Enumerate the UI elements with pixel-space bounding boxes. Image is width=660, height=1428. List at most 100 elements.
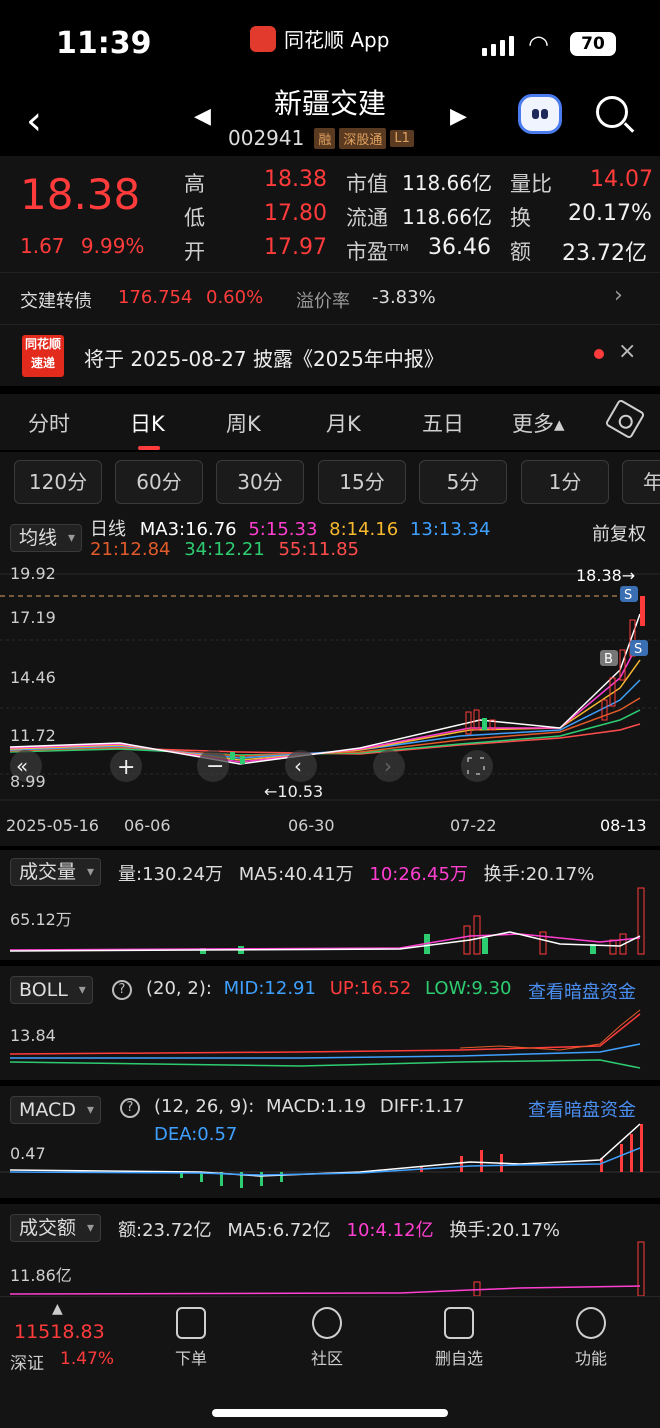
tab-monthly-k[interactable]: 月K — [326, 408, 361, 438]
boll-selector[interactable]: BOLL — [10, 976, 93, 1004]
news-badge-icon: 同花顺 速递 — [22, 335, 64, 377]
boll-mid: MID:12.91 — [223, 978, 316, 999]
ma8-label: 8:14.16 — [329, 519, 399, 540]
low-label: 低 — [184, 206, 205, 230]
amount-panel: 成交额 额:23.72亿 MA5:6.72亿 10:4.12亿 换手:20.17… — [0, 1204, 660, 1296]
index-up-icon: ▲ — [52, 1301, 63, 1317]
amount-label: 额 — [510, 240, 531, 264]
nav-functions[interactable]: 功能 — [546, 1307, 636, 1369]
macd-value: MACD:1.19 — [266, 1096, 367, 1117]
y-label-4: 11.72 — [10, 726, 56, 745]
news-badge-top: 同花顺 — [24, 337, 61, 351]
macd-darkpool-link[interactable]: 查看暗盘资金 — [528, 1096, 636, 1122]
interval-15m[interactable]: 15分 — [318, 460, 406, 504]
macd-params: (12, 26, 9): — [154, 1096, 255, 1117]
tab-daily-k[interactable]: 日K — [130, 408, 165, 438]
ai-assistant-icon[interactable] — [518, 94, 562, 134]
low-value: 17.80 — [264, 201, 327, 226]
news-row[interactable]: 同花顺 速递 将于 2025-08-27 披露《2025年中报》 × — [0, 324, 660, 386]
adjust-mode[interactable]: 前复权 — [592, 520, 646, 546]
index-value[interactable]: 11518.83 — [14, 1321, 105, 1343]
macd-legend: (12, 26, 9): MACD:1.19 DIFF:1.17 — [154, 1096, 464, 1117]
menu-icon — [576, 1307, 606, 1339]
order-icon — [176, 1307, 206, 1339]
volume-selector[interactable]: 成交量 — [10, 858, 102, 886]
index-name: 深证 — [10, 1354, 44, 1374]
open-label: 开 — [184, 240, 205, 264]
change-value: 1.67 — [20, 234, 65, 258]
bottom-nav: ▲ 11518.83 深证 1.47% 下单 社区 删自选 功能 — [0, 1296, 660, 1428]
boll-panel: BOLL ? (20, 2): MID:12.91 UP:16.52 LOW:9… — [0, 966, 660, 1080]
pe-label: 市盈TTM — [346, 236, 409, 266]
macd-chart[interactable] — [0, 1120, 660, 1196]
pe-ttm: TTM — [388, 243, 409, 254]
period-label: 日线 — [90, 519, 126, 540]
nav-community-label: 社区 — [310, 1349, 343, 1368]
svg-text:−: − — [206, 754, 224, 779]
quote-panel: 18.38 1.67 9.99% 高 18.38 低 17.80 开 17.97… — [0, 156, 660, 272]
volume-panel: 成交量 量:130.24万 MA5:40.41万 10:26.45万 换手:20… — [0, 850, 660, 960]
boll-darkpool-link[interactable]: 查看暗盘资金 — [528, 978, 636, 1004]
amount-chart[interactable] — [0, 1238, 660, 1296]
tab-more[interactable]: 更多▴ — [512, 408, 565, 438]
bond-price: 176.754 — [118, 287, 193, 308]
volume-ma10: 10:26.45万 — [369, 864, 468, 885]
app-name-label: 同花顺 App — [284, 28, 390, 52]
help-icon[interactable]: ? — [120, 1098, 140, 1118]
news-text: 将于 2025-08-27 披露《2025年中报》 — [84, 347, 444, 371]
volume-chart[interactable] — [0, 886, 660, 956]
community-icon — [312, 1307, 342, 1339]
svg-text:‹: ‹ — [294, 754, 302, 778]
bond-name: 交建转债 — [20, 291, 92, 312]
svg-text:B: B — [604, 652, 613, 667]
interval-5m[interactable]: 5分 — [419, 460, 507, 504]
mktcap-value: 118.66亿 — [402, 171, 492, 195]
turnover-value: 20.17% — [568, 201, 652, 226]
boll-chart[interactable] — [0, 1006, 660, 1076]
nav-remove-watchlist[interactable]: 删自选 — [414, 1307, 504, 1369]
stock-code: 002941 — [228, 126, 305, 150]
x-label-3: 06-30 — [288, 816, 335, 835]
svg-text:+: + — [117, 755, 135, 780]
x-label-4: 07-22 — [450, 816, 497, 835]
price-change: 1.67 9.99% — [20, 234, 144, 258]
turnover-label: 换 — [510, 206, 531, 230]
interval-60m[interactable]: 60分 — [115, 460, 203, 504]
ma-selector[interactable]: 均线 — [10, 524, 83, 552]
search-icon[interactable] — [596, 96, 628, 128]
settings-icon[interactable] — [604, 398, 646, 440]
nav-community[interactable]: 社区 — [282, 1307, 372, 1369]
kline-chart[interactable]: S S B « + − ‹ › — [0, 560, 660, 816]
interval-120m[interactable]: 120分 — [14, 460, 102, 504]
tab-five-day[interactable]: 五日 — [422, 408, 464, 438]
high-label: 高 — [184, 172, 205, 196]
svg-text:›: › — [384, 754, 392, 778]
boll-up: UP:16.52 — [329, 978, 412, 999]
interval-selector: 120分 60分 30分 15分 5分 1分 年 — [0, 452, 660, 518]
boll-legend: (20, 2): MID:12.91 UP:16.52 LOW:9.30 — [146, 978, 512, 999]
tab-intraday[interactable]: 分时 — [28, 408, 70, 438]
boll-low: LOW:9.30 — [425, 978, 512, 999]
volume-ma5: MA5:40.41万 — [238, 864, 354, 885]
kline-panel: 均线 日线 MA3:16.76 5:15.33 8:14.16 13:13.34… — [0, 518, 660, 846]
close-icon[interactable]: × — [618, 339, 636, 364]
nav-order[interactable]: 下单 — [146, 1307, 236, 1369]
pe-label-text: 市盈 — [346, 240, 388, 264]
interval-1m[interactable]: 1分 — [521, 460, 609, 504]
interval-year[interactable]: 年 — [622, 460, 660, 504]
chevron-right-icon: › — [614, 283, 623, 308]
convertible-bond-row[interactable]: 交建转债 176.754 0.60% 溢价率 -3.83% › — [0, 272, 660, 324]
nav-remove-label: 删自选 — [434, 1349, 483, 1368]
float-value: 118.66亿 — [402, 205, 492, 229]
next-stock-icon[interactable]: ▶ — [450, 104, 467, 129]
volume-turnover: 换手:20.17% — [483, 864, 595, 885]
y-label-3: 14.46 — [10, 668, 56, 687]
interval-30m[interactable]: 30分 — [216, 460, 304, 504]
ma13-label: 13:13.34 — [409, 519, 491, 540]
status-time: 11:39 — [56, 26, 152, 61]
help-icon[interactable]: ? — [112, 980, 132, 1000]
tab-weekly-k[interactable]: 周K — [226, 408, 261, 438]
y-label-1: 19.92 — [10, 564, 56, 583]
float-label: 流通 — [346, 206, 388, 230]
low-marker: ←10.53 — [264, 782, 324, 801]
